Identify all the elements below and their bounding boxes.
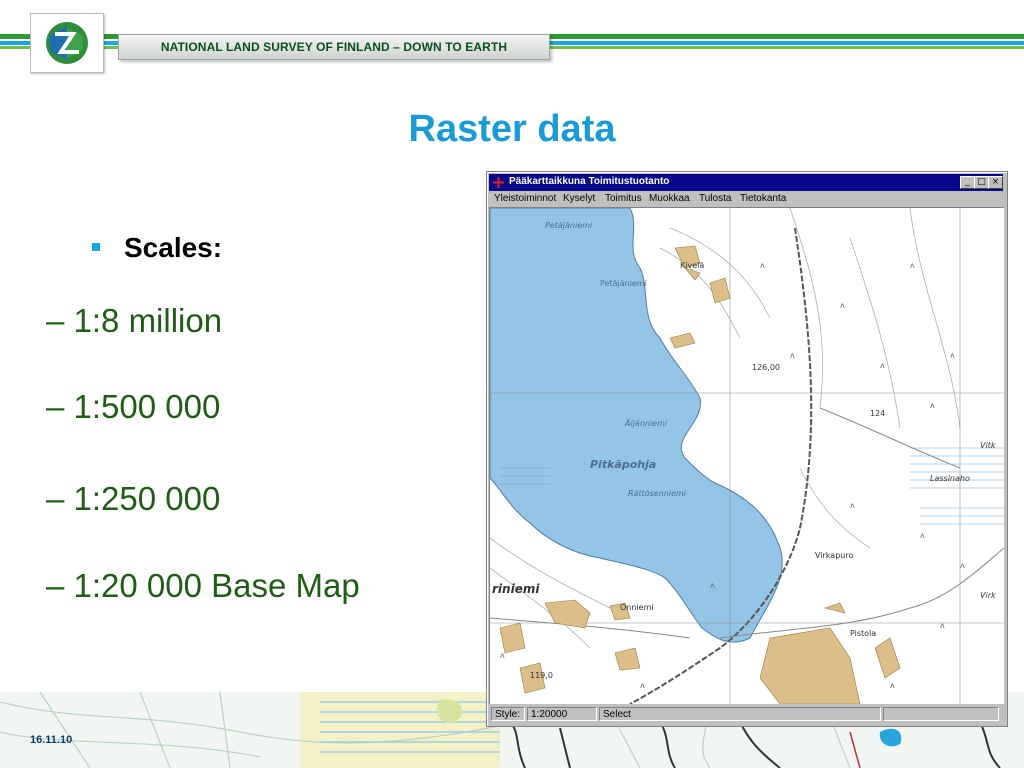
svg-text:ʌ: ʌ xyxy=(640,681,645,690)
window-titlebar[interactable]: Pääkarttaikkuna Toimitustuotanto _ □ × xyxy=(489,174,1003,191)
menu-tulosta[interactable]: Tulosta xyxy=(699,193,731,204)
app-cross-icon xyxy=(493,177,504,188)
map-application-window[interactable]: Pääkarttaikkuna Toimitustuotanto _ □ × Y… xyxy=(486,171,1008,727)
scale-item: – 1:250 000 xyxy=(46,480,221,517)
map-label: Onniemi xyxy=(620,603,654,612)
banner-text: NATIONAL LAND SURVEY OF FINLAND – DOWN T… xyxy=(160,40,508,54)
maximize-button[interactable]: □ xyxy=(974,176,989,189)
map-label: 119,0 xyxy=(530,671,553,680)
slide-title: Raster data xyxy=(408,108,616,150)
map-label: Rättösenniemi xyxy=(628,489,687,498)
scale-item: – 1:8 million xyxy=(46,302,223,339)
map-label: 126,00 xyxy=(752,363,780,372)
svg-text:ʌ: ʌ xyxy=(940,621,945,630)
status-empty xyxy=(883,707,999,721)
map-label: riniemi xyxy=(492,582,540,596)
status-mode: Select xyxy=(599,707,881,721)
svg-text:ʌ: ʌ xyxy=(500,651,505,660)
svg-text:ʌ: ʌ xyxy=(850,501,855,510)
menu-muokkaa[interactable]: Muokkaa xyxy=(649,193,690,204)
map-label: Petäjäniemi xyxy=(545,221,593,230)
map-label: Pistola xyxy=(850,629,876,638)
svg-text:ʌ: ʌ xyxy=(910,261,915,270)
svg-text:ʌ: ʌ xyxy=(880,361,885,370)
map-label: Äijänniemi xyxy=(624,418,668,428)
bullet-heading: Scales: xyxy=(124,232,223,263)
svg-text:ʌ: ʌ xyxy=(950,351,955,360)
menu-toimitus[interactable]: Toimitus xyxy=(605,193,642,204)
svg-text:ʌ: ʌ xyxy=(760,261,765,270)
raster-map[interactable]: Petäjäniemi Kivelä Petäjäniemi 126,00 12… xyxy=(489,207,1005,705)
svg-text:ʌ: ʌ xyxy=(920,531,925,540)
map-canvas[interactable]: Petäjäniemi Kivelä Petäjäniemi 126,00 12… xyxy=(489,207,1005,705)
bullet-icon xyxy=(92,243,100,251)
svg-text:ʌ: ʌ xyxy=(930,401,935,410)
svg-text:ʌ: ʌ xyxy=(960,561,965,570)
map-label: Pitkäpohja xyxy=(590,458,656,471)
menu-kyselyt[interactable]: Kyselyt xyxy=(563,193,595,204)
map-label: 124 xyxy=(870,409,885,418)
header-banner: NATIONAL LAND SURVEY OF FINLAND – DOWN T… xyxy=(118,34,550,60)
scale-item: – 1:20 000 Base Map xyxy=(46,567,360,604)
status-bar: Style: 1:20000 Select xyxy=(489,706,1003,724)
minimize-button[interactable]: _ xyxy=(960,176,975,189)
status-style-label: Style: xyxy=(491,707,525,721)
menu-yleistoiminnot[interactable]: Yleistoiminnot xyxy=(494,193,556,204)
status-scale: 1:20000 xyxy=(527,707,597,721)
nls-globe-logo-icon xyxy=(46,22,88,64)
map-label: Petäjäniemi xyxy=(600,279,647,288)
logo xyxy=(30,13,104,73)
scale-item: – 1:500 000 xyxy=(46,388,221,425)
svg-text:ʌ: ʌ xyxy=(790,351,795,360)
map-label: Lassinaho xyxy=(930,474,970,483)
menu-tietokanta[interactable]: Tietokanta xyxy=(740,193,786,204)
svg-text:ʌ: ʌ xyxy=(890,681,895,690)
svg-text:ʌ: ʌ xyxy=(710,581,715,590)
menu-bar: Yleistoiminnot Kyselyt Toimitus Muokkaa … xyxy=(489,191,1003,207)
footer-date: 16.11.10 xyxy=(30,734,73,746)
map-label: Vitk xyxy=(980,441,996,450)
map-label: Virkapuro xyxy=(815,551,853,560)
close-button[interactable]: × xyxy=(988,176,1003,189)
map-label: Virk xyxy=(980,591,996,600)
map-label: Kivelä xyxy=(680,261,704,270)
svg-text:ʌ: ʌ xyxy=(840,301,845,310)
window-title: Pääkarttaikkuna Toimitustuotanto xyxy=(509,176,670,187)
